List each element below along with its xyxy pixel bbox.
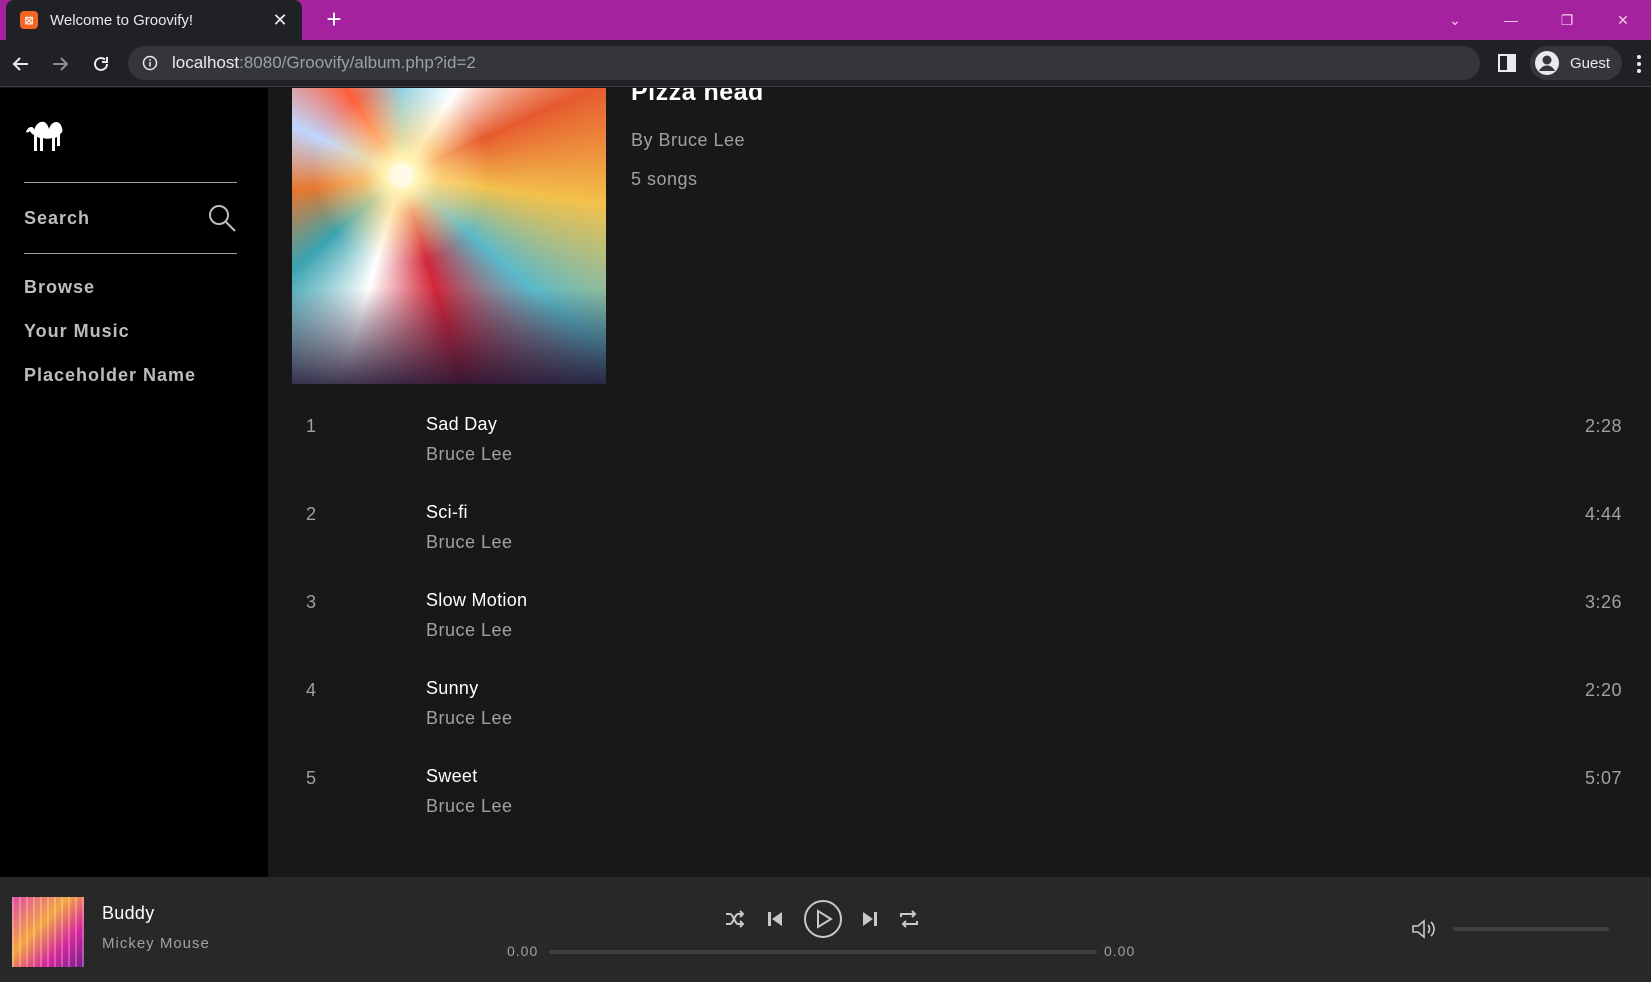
track-artist: Bruce Lee [426,620,513,640]
window-controls: ⌄ — ❐ ✕ [1427,0,1651,40]
track-row[interactable]: 1 Sad Day Bruce Lee 2:28 [292,408,1622,496]
track-number: 2 [306,504,317,524]
side-panel-button[interactable] [1496,52,1518,74]
current-time: 0.00 [507,943,539,959]
track-duration: 5:07 [1584,768,1622,788]
track-number: 4 [306,680,317,700]
close-tab-icon[interactable]: ✕ [266,10,294,31]
sidebar-item-your-music[interactable]: Your Music [24,321,130,342]
close-window-icon[interactable]: ✕ [1595,12,1651,29]
track-name[interactable]: Sweet [426,766,478,787]
volume-icon[interactable] [1410,917,1438,941]
progress-bar[interactable] [549,950,1097,954]
total-time: 0.00 [1104,943,1136,959]
now-playing-artwork [12,897,84,967]
reload-button[interactable] [86,49,116,79]
track-list: 1 Sad Day Bruce Lee 2:28 2 Sci-fi Bruce … [292,408,1622,848]
reload-icon [94,56,108,71]
info-icon[interactable] [142,55,158,71]
tab-title: Welcome to Groovify! [50,11,194,29]
track-number: 5 [306,768,317,788]
shuffle-icon[interactable] [724,908,746,930]
more-menu-icon[interactable] [1636,54,1642,74]
track-row[interactable]: 5 Sweet Bruce Lee 5:07 [292,760,1622,848]
profile-button[interactable]: Guest [1530,46,1622,80]
arrow-left-icon [12,57,28,71]
avatar-icon [1535,51,1559,75]
address-bar[interactable]: localhost:8080/Groovify/album.php?id=2 [128,46,1480,80]
browser-tab[interactable]: ⊠ Welcome to Groovify! ✕ [6,0,302,40]
album-song-count: 5 songs [631,169,698,189]
track-duration: 2:20 [1584,680,1622,700]
sidebar-item-placeholder-name[interactable]: Placeholder Name [24,365,196,386]
xampp-icon: ⊠ [20,11,38,29]
album-artwork [292,88,606,385]
track-duration: 2:28 [1584,416,1622,436]
next-icon[interactable] [860,909,880,929]
track-name[interactable]: Sunny [426,678,479,699]
playback-controls [720,899,925,939]
profile-label: Guest [1570,54,1611,72]
arrow-right-icon [53,57,69,71]
track-name[interactable]: Sad Day [426,414,497,435]
track-duration: 4:44 [1584,504,1622,524]
url-path: :8080/Groovify/album.php?id=2 [239,53,476,72]
sidebar: Search Browse Your Music Placeholder Nam… [0,88,268,877]
side-panel-icon [1498,54,1516,72]
now-playing-title[interactable]: Buddy [102,903,155,924]
minimize-icon[interactable]: — [1483,12,1539,28]
track-row[interactable]: 2 Sci-fi Bruce Lee 4:44 [292,496,1622,584]
album-title: Pizza head [631,88,764,106]
repeat-icon[interactable] [898,908,920,930]
now-playing-artist[interactable]: Mickey Mouse [102,935,210,952]
main-content: Pizza head By Bruce Lee 5 songs 1 Sad Da… [268,88,1651,877]
sidebar-item-browse[interactable]: Browse [24,277,95,298]
track-artist: Bruce Lee [426,532,513,552]
restore-icon[interactable]: ❐ [1539,12,1595,29]
track-row[interactable]: 4 Sunny Bruce Lee 2:20 [292,672,1622,760]
track-name[interactable]: Sci-fi [426,502,468,523]
chevron-down-icon[interactable]: ⌄ [1427,12,1483,29]
track-artist: Bruce Lee [426,708,513,728]
search-icon [209,205,236,232]
forward-button[interactable] [45,49,75,79]
search-nav[interactable]: Search [24,182,237,254]
track-name[interactable]: Slow Motion [426,590,527,611]
track-number: 3 [306,592,317,612]
volume-bar[interactable] [1453,927,1609,931]
track-duration: 3:26 [1584,592,1622,612]
previous-icon[interactable] [765,909,785,929]
browser-titlebar: ⊠ Welcome to Groovify! ✕ + ⌄ — ❐ ✕ [0,0,1651,40]
browser-toolbar: localhost:8080/Groovify/album.php?id=2 G… [0,40,1651,87]
track-number: 1 [306,416,317,436]
album-artist[interactable]: By Bruce Lee [631,130,745,151]
new-tab-button[interactable]: + [318,4,350,36]
url-host: localhost [172,53,240,72]
track-row[interactable]: 3 Slow Motion Bruce Lee 3:26 [292,584,1622,672]
track-artist: Bruce Lee [426,796,513,816]
now-playing-bar: Buddy Mickey Mouse 0.00 0.00 [0,877,1651,982]
back-button[interactable] [6,49,36,79]
search-label: Search [24,207,91,228]
play-icon[interactable] [803,899,843,939]
camel-logo-icon[interactable] [24,118,64,154]
track-artist: Bruce Lee [426,444,513,464]
